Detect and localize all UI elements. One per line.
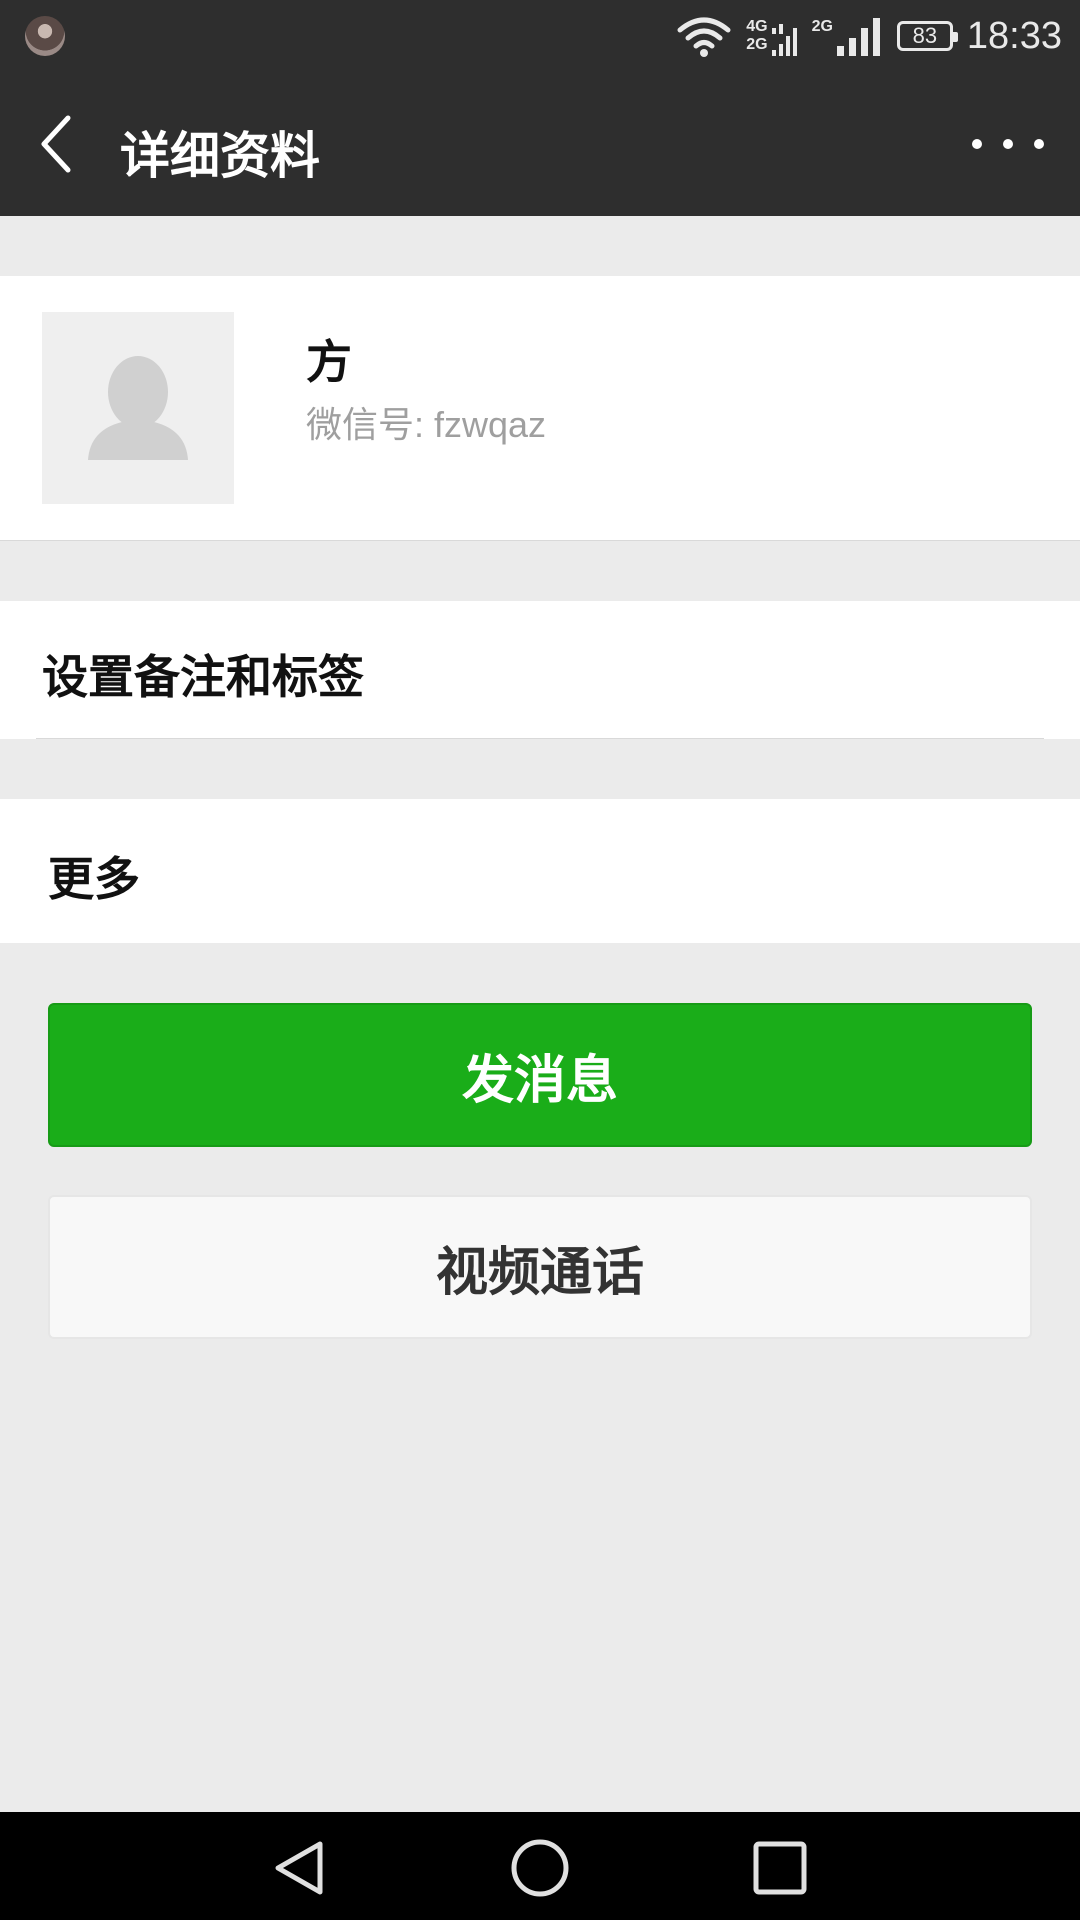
network-type-label: 2G — [811, 18, 833, 35]
wifi-icon — [677, 17, 731, 57]
signal-dual-icon — [771, 24, 797, 56]
contact-name: 方 — [306, 335, 352, 389]
person-silhouette-icon — [88, 356, 188, 460]
square-recent-icon[interactable] — [750, 1838, 810, 1898]
clock: 18:33 — [966, 14, 1062, 57]
signal-sim2: 2G — [812, 14, 883, 58]
system-nav-bar — [0, 1812, 1080, 1920]
remark-and-tags-row[interactable]: 设置备注和标签 — [0, 601, 1080, 739]
signal-bars-icon — [836, 18, 880, 56]
page-title: 详细资料 — [120, 127, 320, 185]
remark-and-tags-label: 设置备注和标签 — [42, 650, 364, 704]
network-type-label: 2G — [746, 36, 768, 53]
profile-card: 方 微信号: fzwqaz — [0, 276, 1080, 541]
more-dot — [1034, 139, 1044, 149]
status-bar: 4G 2G 2G 83 18:33 — [0, 0, 1080, 72]
battery-icon: 83 — [896, 21, 958, 51]
divider — [36, 738, 1044, 739]
notification-avatar-icon — [25, 16, 65, 56]
more-label: 更多 — [48, 852, 140, 906]
avatar[interactable] — [42, 312, 234, 504]
title-bar: 详细资料 — [0, 72, 1080, 216]
circle-home-icon[interactable] — [510, 1838, 570, 1898]
signal-sim1: 4G 2G — [746, 14, 797, 58]
more-dot — [1003, 139, 1013, 149]
status-bar-right: 4G 2G 2G 83 18:33 — [676, 0, 1062, 72]
more-options-button[interactable] — [972, 120, 1044, 168]
video-call-button[interactable]: 视频通话 — [48, 1195, 1032, 1339]
more-dots-icon — [972, 139, 982, 149]
battery-level: 83 — [912, 23, 938, 48]
back-button[interactable] — [30, 110, 100, 180]
more-row[interactable]: 更多 — [0, 799, 1080, 943]
send-message-button[interactable]: 发消息 — [48, 1003, 1032, 1147]
wechat-id: 微信号: fzwqaz — [306, 404, 547, 445]
chevron-left-icon — [41, 115, 71, 173]
triangle-back-icon[interactable] — [270, 1838, 330, 1898]
network-type-label: 4G — [746, 18, 768, 35]
